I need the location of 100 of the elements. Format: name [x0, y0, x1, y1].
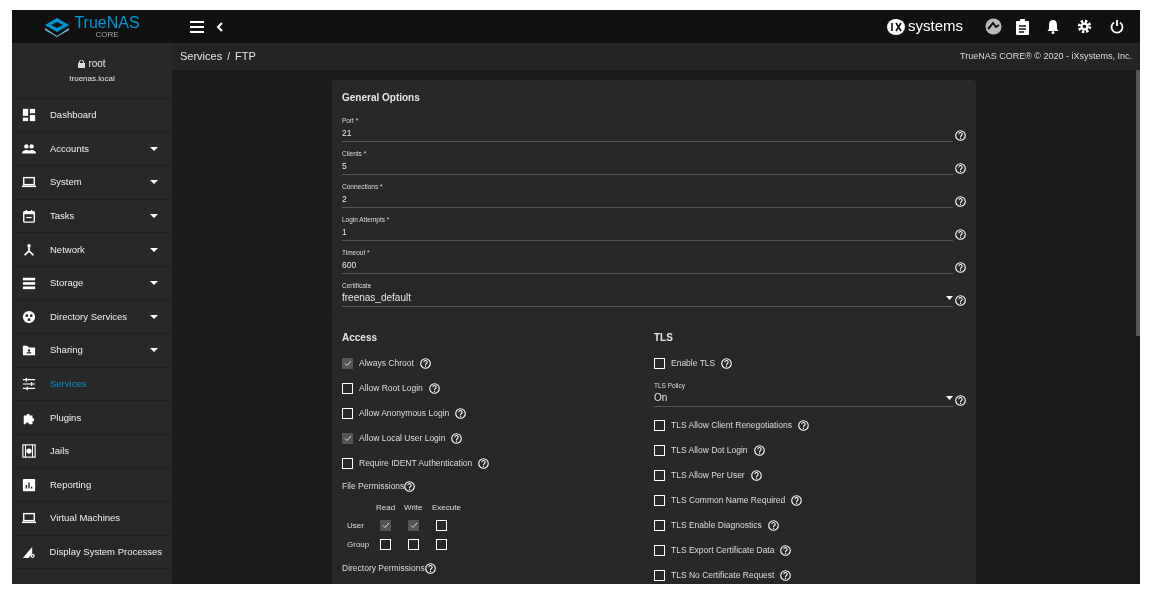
breadcrumb-link[interactable]: Services	[180, 48, 223, 65]
checkbox[interactable]	[654, 358, 665, 369]
help-icon[interactable]	[955, 262, 966, 273]
checkbox[interactable]	[342, 433, 353, 444]
help-icon[interactable]	[955, 295, 966, 306]
shared-folder-icon	[22, 343, 36, 358]
network-icon	[22, 242, 36, 257]
help-icon[interactable]	[721, 358, 733, 369]
truenas-logo-icon	[44, 16, 71, 37]
checkbox-label: TLS Allow Per User	[671, 469, 745, 482]
sliders-icon	[22, 377, 36, 392]
checkbox-label: TLS Allow Client Renegotiations	[671, 419, 792, 432]
caret-icon	[150, 180, 158, 185]
checkbox-label: TLS Common Name Required	[671, 494, 786, 507]
permissions-label: Directory Permissions	[342, 561, 425, 575]
jail-icon	[22, 444, 36, 459]
checkbox[interactable]	[436, 520, 447, 531]
section-title: Access	[342, 331, 379, 345]
people-icon	[22, 141, 36, 156]
help-icon[interactable]	[750, 470, 762, 481]
checkbox-label: Require IDENT Authentication	[359, 457, 473, 470]
breadcrumb-separator: /	[227, 50, 230, 64]
checkbox[interactable]	[380, 520, 391, 531]
logo-subtitle: CORE	[95, 31, 119, 39]
checkbox[interactable]	[380, 539, 391, 550]
scrollbar[interactable]	[1136, 70, 1140, 336]
checkbox[interactable]	[342, 458, 353, 469]
logo-text: TrueNAS	[74, 14, 140, 31]
checkbox[interactable]	[654, 470, 665, 481]
checkbox[interactable]	[408, 539, 419, 550]
collapse-icon[interactable]	[216, 20, 224, 33]
help-icon[interactable]	[428, 383, 440, 394]
checkbox[interactable]	[654, 495, 665, 506]
help-icon[interactable]	[424, 562, 436, 574]
directory-icon	[22, 309, 36, 324]
clipboard-icon[interactable]	[1016, 18, 1029, 35]
help-icon[interactable]	[780, 570, 792, 581]
help-icon[interactable]	[478, 458, 490, 469]
power-icon[interactable]	[1110, 19, 1124, 34]
lock-icon	[78, 59, 86, 68]
help-icon[interactable]	[455, 408, 467, 419]
checkbox-label: Allow Anonymous Login	[359, 407, 450, 420]
checkbox[interactable]	[654, 570, 665, 581]
checkbox[interactable]	[342, 383, 353, 394]
row-label: User	[346, 519, 365, 532]
truecommand-icon[interactable]	[985, 18, 1002, 35]
help-icon[interactable]	[955, 130, 966, 141]
checkbox[interactable]	[654, 545, 665, 556]
checkbox-label: TLS No Certificate Request	[671, 569, 775, 582]
help-icon[interactable]	[797, 420, 809, 431]
notification-icon[interactable]	[1047, 19, 1059, 34]
breadcrumb-current: FTP	[234, 49, 256, 65]
section-title: General Options	[342, 91, 421, 105]
checkbox-label: Allow Root Login	[359, 382, 423, 395]
checkbox-label: TLS Allow Dot Login	[671, 444, 748, 457]
row-label: Group	[346, 538, 371, 551]
menu-icon[interactable]	[190, 20, 204, 33]
laptop-icon	[22, 511, 36, 526]
vendor-logo-icon	[886, 17, 906, 36]
checkbox-label: Always Chroot	[359, 357, 414, 370]
settings-icon[interactable]	[1077, 19, 1092, 34]
checkbox-label: Allow Local User Login	[359, 432, 446, 445]
help-icon[interactable]	[451, 433, 463, 444]
help-icon[interactable]	[791, 495, 803, 506]
checkbox[interactable]	[342, 408, 353, 419]
help-icon[interactable]	[404, 480, 416, 492]
calendar-icon	[22, 209, 36, 224]
checkbox[interactable]	[654, 445, 665, 456]
username: root	[88, 57, 106, 71]
help-icon[interactable]	[419, 358, 431, 369]
storage-icon	[22, 276, 36, 291]
dropdown-caret-icon	[946, 296, 953, 300]
column-header: Execute	[432, 502, 462, 514]
help-icon[interactable]	[955, 229, 966, 240]
checkbox-label: TLS Enable Diagnostics	[671, 519, 762, 532]
checkbox[interactable]	[436, 539, 447, 550]
section-title: TLS	[654, 331, 674, 345]
copyright-text: TrueNAS CORE® © 2020 - iXsystems, Inc.	[960, 49, 1132, 63]
help-icon[interactable]	[780, 545, 792, 556]
dropdown-caret-icon	[946, 396, 953, 400]
help-icon[interactable]	[955, 163, 966, 174]
checkbox[interactable]	[654, 520, 665, 531]
caret-icon	[150, 146, 158, 151]
help-icon[interactable]	[767, 520, 779, 531]
laptop-icon	[22, 175, 36, 190]
hostname: truenas.local	[69, 73, 115, 85]
caret-icon	[150, 348, 158, 353]
column-header: Read	[376, 502, 397, 514]
checkbox[interactable]	[342, 358, 353, 369]
dashboard-icon	[22, 108, 36, 123]
checkbox-label: Enable TLS	[671, 357, 716, 370]
caret-icon	[150, 247, 158, 252]
checkbox[interactable]	[408, 520, 419, 531]
help-icon[interactable]	[955, 196, 966, 207]
caret-icon	[150, 314, 158, 319]
checkbox[interactable]	[654, 420, 665, 431]
help-icon[interactable]	[753, 445, 765, 456]
process-icon	[22, 545, 36, 559]
chart-icon	[22, 477, 36, 492]
help-icon[interactable]	[955, 395, 966, 406]
